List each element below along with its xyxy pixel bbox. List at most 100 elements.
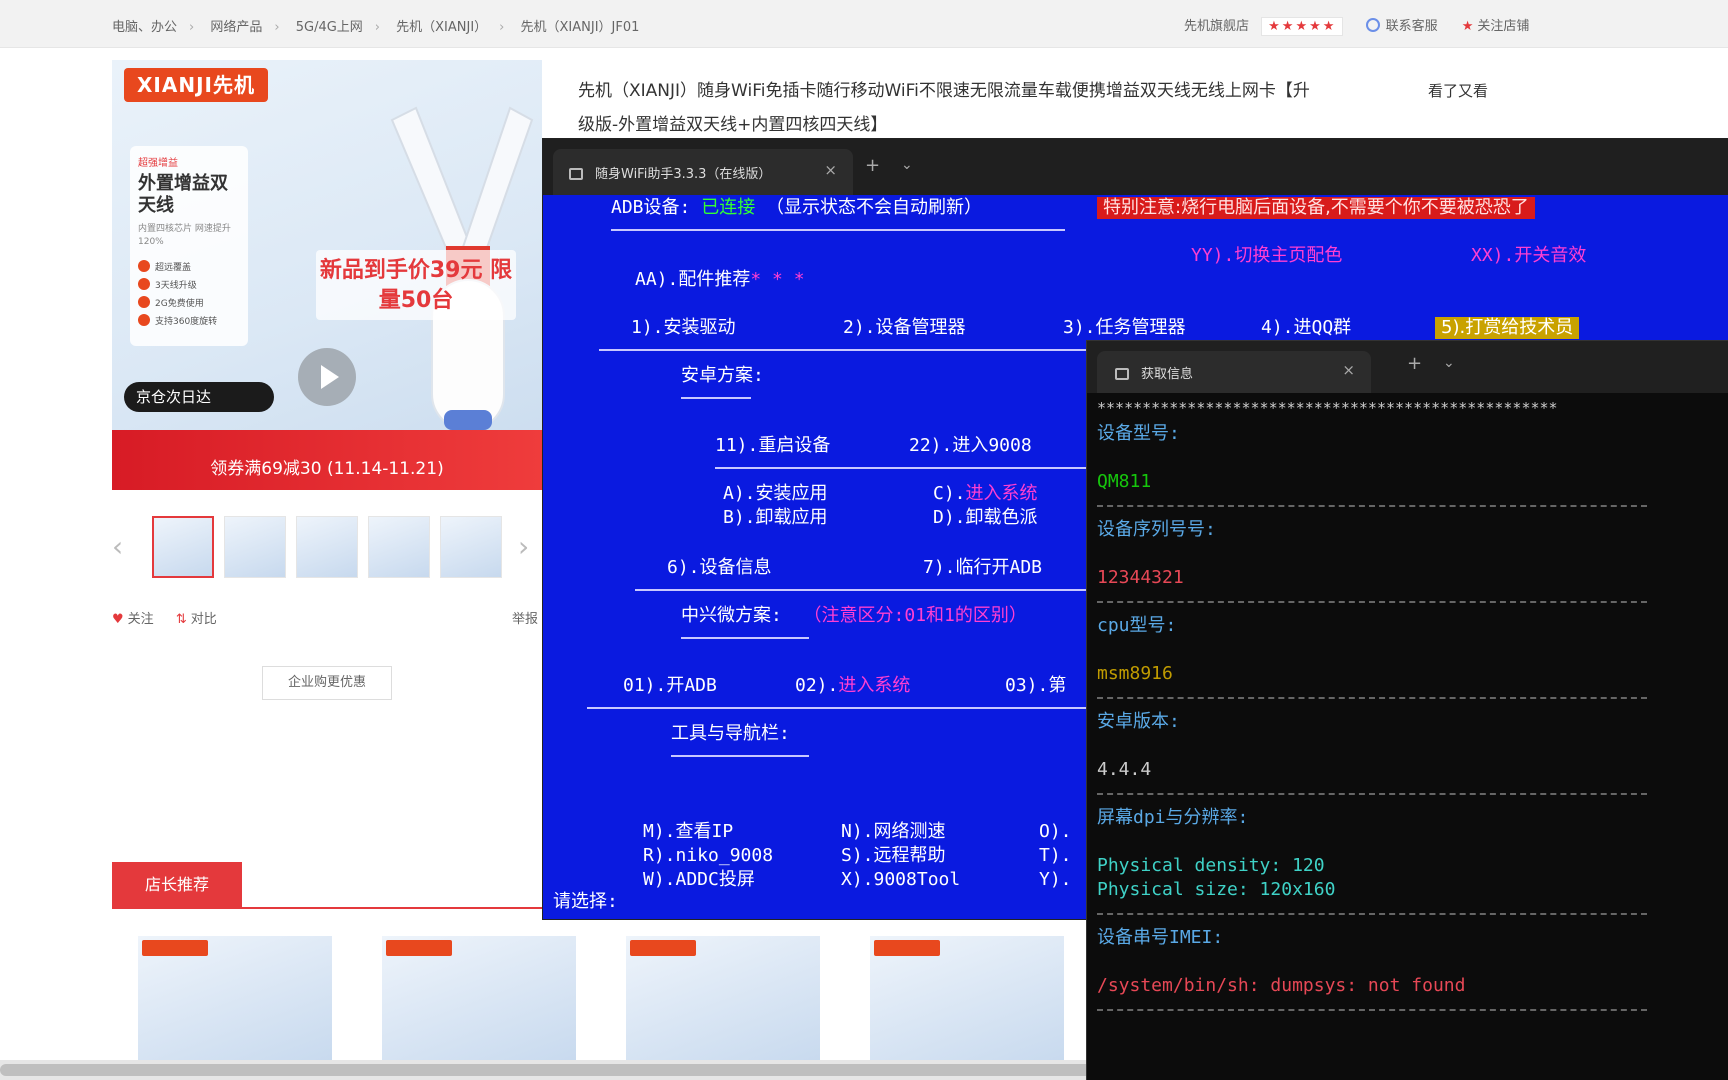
chevron-down-icon[interactable]: ⌄ [1443,355,1455,371]
breadcrumb-item[interactable]: 电脑、办公 [112,16,177,35]
terminal-tab[interactable]: 获取信息 × [1097,351,1371,393]
dashed-divider [1097,1009,1647,1011]
tool-option-w: W).ADDC投屏 [643,869,755,890]
compare-link[interactable]: 对比 [191,612,217,627]
serial-value: 12344321 [1097,567,1184,588]
thumbnail[interactable] [224,516,286,578]
spec-feature: 2G免费使用 [138,295,240,313]
tool-option-s: S).远程帮助 [841,845,946,866]
tool-option-x: X).9008Tool [841,869,961,890]
menu-option-3: 3).任务管理器 [1063,317,1186,338]
tool-option-m: M).查看IP [643,821,734,842]
breadcrumb-separator: › [274,20,280,35]
report-link[interactable]: 举报 [512,608,538,627]
store-header-actions: 先机旗舰店 ★★★★★ 联系客服 ★ 关注店铺 [1184,15,1529,36]
thumbnail[interactable] [152,516,214,578]
close-icon[interactable]: × [824,161,837,179]
product-tag [630,940,696,956]
contact-service-link[interactable]: 联系客服 [1386,19,1438,34]
stars-separator: ****************************************… [1097,399,1558,417]
bullet-icon [138,314,150,326]
header-underline [681,397,751,399]
recommended-product-card[interactable] [870,936,1064,1066]
scrollbar-thumb[interactable] [0,1064,1240,1076]
store-rating: ★★★★★ [1261,17,1344,36]
tool-option-t: T). [1039,845,1072,866]
bullet-icon [138,260,150,272]
tool-option-y: Y). [1039,869,1072,890]
dashed-divider [1097,601,1647,603]
tab-shop-recommend[interactable]: 店长推荐 [112,862,242,908]
breadcrumb-item[interactable]: 5G/4G上网 [296,16,363,35]
divider [715,467,1095,469]
heart-icon[interactable]: ♥ [112,612,124,627]
chevron-left-icon[interactable]: ‹ [112,530,123,563]
product-tag [142,940,208,956]
coupon-banner[interactable]: 领券满69减30 (11.14-11.21) [112,430,542,490]
bullet-icon [138,296,150,308]
plus-icon[interactable]: + [865,155,880,176]
zte-section-header: 中兴微方案: （注意区分:01和1的区别） [681,605,1027,626]
menu-option-02: 02).进入系统 [795,675,911,696]
cpu-value: msm8916 [1097,663,1173,684]
serial-label: 设备序列号号: [1097,519,1216,540]
product-main-image[interactable]: XIANJI先机 超强增益 外置增益双天线 内置四核芯片 网速提升120% 超远… [112,60,542,490]
play-icon[interactable] [298,348,356,406]
product-tag [874,940,940,956]
close-icon[interactable]: × [1342,361,1355,379]
follow-store-link[interactable]: 关注店铺 [1477,19,1529,34]
recommended-product-card[interactable] [626,936,820,1066]
terminal-window-device-info[interactable]: 获取信息 × + ⌄ *****************************… [1086,340,1728,1080]
thumbnail[interactable] [296,516,358,578]
size-value: Physical size: 120x160 [1097,879,1336,900]
warning-banner: 特别注意:烧行电脑后面设备,不需要个你不要被恐恐了 [1097,197,1535,219]
breadcrumb-item[interactable]: 网络产品 [210,16,262,35]
recommended-product-card[interactable] [138,936,332,1066]
tool-option-o: O). [1039,821,1072,842]
header-underline [671,755,809,757]
star-icon[interactable]: ★ [1462,19,1474,34]
recommended-product-card[interactable] [382,936,576,1066]
product-tag [386,940,452,956]
spec-feature: 超远覆盖 [138,259,240,277]
brand-logo: XIANJI先机 [124,68,268,102]
menu-option-7: 7).临行开ADB [923,557,1043,578]
chevron-right-icon[interactable]: › [518,530,529,563]
enterprise-purchase-button[interactable]: 企业购更优惠 [262,666,392,700]
spec-feature: 3天线升级 [138,277,240,295]
adb-status-line: ADB设备: 已连接 （显示状态不会自动刷新） [611,197,983,218]
breadcrumb-separator: › [374,20,380,35]
screen: 电脑、办公 › 网络产品 › 5G/4G上网 › 先机（XIANJI） › 先机（XIA… [0,0,1728,1080]
dashed-divider [1097,697,1647,699]
dashed-divider [1097,913,1647,915]
spec-tag: 超强增益 [138,158,178,169]
thumbnail[interactable] [440,516,502,578]
seller-name[interactable]: 先机旗舰店 [1184,19,1249,34]
compare-icon[interactable]: ⇅ [176,612,187,627]
thumbnail[interactable] [368,516,430,578]
delivery-badge: 京仓次日达 [124,382,274,412]
menu-option-03: 03).第 [1005,675,1067,696]
breadcrumb-bar: 电脑、办公 › 网络产品 › 5G/4G上网 › 先机（XIANJI） › 先机（XIA… [0,0,1728,48]
chat-icon[interactable] [1365,18,1380,32]
input-prompt[interactable]: 请选择: [553,891,618,913]
device-model-value: QM811 [1097,471,1152,492]
dashed-divider [1097,505,1647,507]
breadcrumb: 电脑、办公 › 网络产品 › 5G/4G上网 › 先机（XIANJI） › 先机（XIA… [112,16,645,35]
menu-option-6: 6).设备信息 [667,557,772,578]
menu-option-5-highlight: 5).打赏给技术员 [1435,317,1580,339]
menu-option-aa: AA).配件推荐* * * [635,269,805,290]
chevron-down-icon[interactable]: ⌄ [901,157,913,173]
follow-product-link[interactable]: 关注 [128,612,154,627]
terminal-tab-title: 获取信息 [1141,367,1194,382]
terminal-tab[interactable]: 随身WiFi助手3.3.3（在线版） × [553,149,853,195]
breadcrumb-item[interactable]: 先机（XIANJI） [396,16,487,35]
menu-option-b: B).卸载应用 [723,507,828,528]
spec-card: 超强增益 外置增益双天线 内置四核芯片 网速提升120% 超远覆盖 3天线升级 … [130,146,248,346]
plus-icon[interactable]: + [1407,353,1422,374]
breadcrumb-item[interactable]: 先机（XIANJI）JF01 [521,16,640,35]
terminal-tab-bar: 获取信息 × + ⌄ [1087,341,1728,393]
spec-subtitle: 内置四核芯片 网速提升120% [138,224,231,247]
menu-option-a: A).安装应用 [723,483,828,504]
promo-price-label: 新品到手价39元 限量50台 [316,250,516,320]
